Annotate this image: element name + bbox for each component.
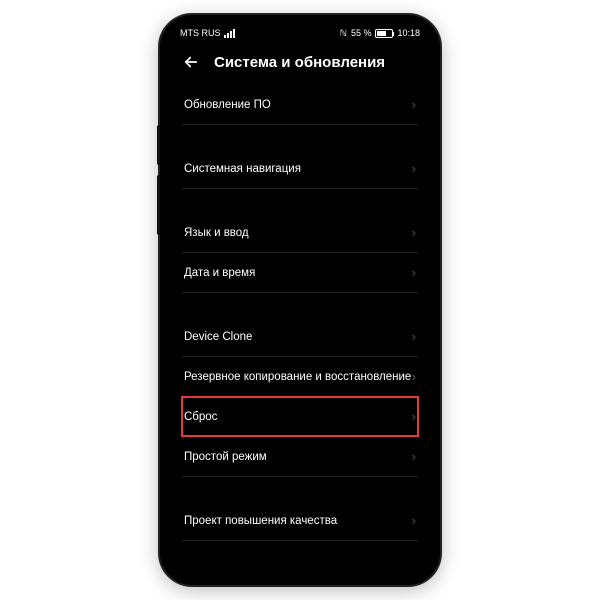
screen: MTS RUS ℕ 55 % 10:18 Система и обновлени… [168, 23, 432, 577]
item-label: Обновление ПО [184, 99, 271, 111]
chevron-right-icon: › [412, 161, 416, 176]
status-left: MTS RUS [180, 28, 235, 38]
item-label: Системная навигация [184, 163, 301, 175]
item-label: Проект повышения качества [184, 515, 337, 527]
chevron-right-icon: › [412, 409, 416, 424]
battery-icon [375, 29, 393, 38]
header: Система и обновления [168, 43, 432, 85]
item-legal-info[interactable]: Юридическая информация › [182, 565, 418, 577]
back-icon[interactable] [182, 53, 200, 71]
item-date-time[interactable]: Дата и время › [182, 253, 418, 293]
clock-label: 10:18 [397, 28, 420, 38]
chevron-right-icon: › [412, 265, 416, 280]
item-label: Device Clone [184, 331, 252, 343]
spacer [182, 125, 418, 149]
settings-list: Обновление ПО › Системная навигация › Яз… [168, 85, 432, 577]
item-label: Резервное копирование и восстановление [184, 371, 411, 383]
item-label: Сброс [184, 411, 217, 423]
spacer [182, 477, 418, 501]
chevron-right-icon: › [412, 225, 416, 240]
carrier-label: MTS RUS [180, 28, 221, 38]
chevron-right-icon: › [412, 329, 416, 344]
item-reset[interactable]: Сброс › [182, 397, 418, 436]
phone-frame: MTS RUS ℕ 55 % 10:18 Система и обновлени… [160, 15, 440, 585]
item-label: Язык и ввод [184, 227, 249, 239]
item-language-input[interactable]: Язык и ввод › [182, 213, 418, 253]
item-software-update[interactable]: Обновление ПО › [182, 85, 418, 125]
status-right: ℕ 55 % 10:18 [340, 28, 420, 39]
chevron-right-icon: › [412, 449, 416, 464]
item-quality-project[interactable]: Проект повышения качества › [182, 501, 418, 541]
item-simple-mode[interactable]: Простой режим › [182, 437, 418, 477]
battery-pct-label: 55 % [351, 28, 372, 38]
item-device-clone[interactable]: Device Clone › [182, 317, 418, 357]
nfc-icon: ℕ [340, 28, 347, 39]
chevron-right-icon: › [412, 369, 416, 384]
status-bar: MTS RUS ℕ 55 % 10:18 [168, 23, 432, 43]
signal-icon [224, 29, 235, 38]
chevron-right-icon: › [412, 513, 416, 528]
item-system-navigation[interactable]: Системная навигация › [182, 149, 418, 189]
spacer [182, 541, 418, 565]
chevron-right-icon: › [412, 97, 416, 112]
item-label: Простой режим [184, 451, 267, 463]
item-backup-restore[interactable]: Резервное копирование и восстановление › [182, 357, 418, 397]
item-label: Дата и время [184, 267, 255, 279]
spacer [182, 189, 418, 213]
page-title: Система и обновления [214, 54, 385, 71]
spacer [182, 293, 418, 317]
